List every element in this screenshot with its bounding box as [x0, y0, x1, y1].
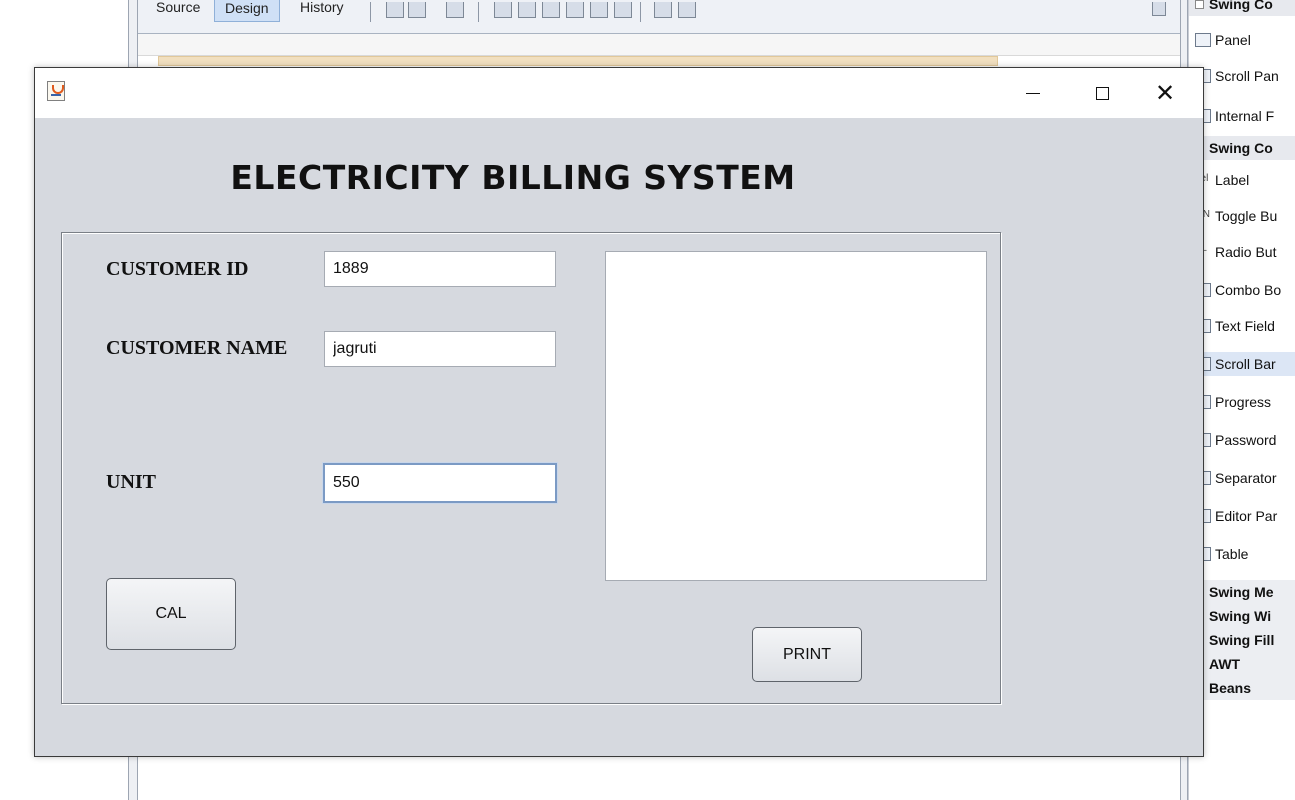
center-horizontally-icon[interactable] — [542, 2, 560, 18]
palette-item-label: Swing Co — [1209, 0, 1273, 12]
customer-id-label: CUSTOMER ID — [106, 258, 249, 280]
align-right-icon[interactable] — [518, 2, 536, 18]
toolbar-separator — [370, 2, 371, 22]
align-left-icon[interactable] — [494, 2, 512, 18]
palette-item-label: Table — [1215, 546, 1249, 562]
minimize-button[interactable] — [1003, 68, 1063, 118]
customer-id-input[interactable] — [324, 251, 556, 287]
palette-item[interactable]: Progress — [1195, 390, 1295, 414]
palette-item-label: Toggle Bu — [1215, 208, 1278, 224]
toolbar-separator — [478, 2, 479, 22]
toolbar-separator — [640, 2, 641, 22]
center-vertically-icon[interactable] — [614, 2, 632, 18]
palette-item-label: Beans — [1209, 680, 1252, 696]
java-cup-icon — [47, 81, 65, 101]
palette-item[interactable]: Swing Wi — [1189, 604, 1295, 628]
component-icon — [1195, 33, 1211, 47]
palette-item-label: Internal F — [1215, 108, 1275, 124]
palette-item[interactable]: Scroll Pan — [1195, 64, 1295, 88]
unit-label: UNIT — [106, 471, 157, 493]
form-preview-frame — [158, 56, 998, 66]
resize-horizontal-icon[interactable] — [654, 2, 672, 18]
form-panel: CUSTOMER ID CUSTOMER NAME UNIT CAL PRINT — [61, 232, 1001, 704]
palette-item-label: Panel — [1215, 32, 1251, 48]
palette-item[interactable]: Combo Bo — [1195, 278, 1295, 302]
palette-item[interactable]: Editor Par — [1195, 504, 1295, 528]
ide-toolbar: Source Design History — [138, 0, 1180, 34]
selection-mode-icon[interactable] — [386, 2, 404, 18]
align-bottom-icon[interactable] — [590, 2, 608, 18]
palette-item[interactable]: Text Field — [1195, 314, 1295, 338]
minimize-icon — [1026, 92, 1040, 94]
preview-design-icon[interactable] — [446, 2, 464, 18]
unit-input[interactable] — [323, 463, 557, 503]
expand-toggle-icon — [1195, 0, 1204, 9]
palette-item[interactable]: Separator — [1195, 466, 1295, 490]
app-title: ELECTRICITY BILLING SYSTEM — [230, 158, 796, 197]
palette-item[interactable]: belLabel — [1195, 168, 1295, 192]
palette-item-label: Combo Bo — [1215, 282, 1282, 298]
palette-item-label: Label — [1215, 172, 1250, 188]
palette-item[interactable]: Internal F — [1195, 104, 1295, 128]
palette-item[interactable]: Beans — [1189, 676, 1295, 700]
bill-output-area[interactable] — [605, 251, 987, 581]
tab-design[interactable]: Design — [214, 0, 280, 22]
connection-mode-icon[interactable] — [408, 2, 426, 18]
palette-item[interactable]: Swing Co — [1189, 136, 1295, 160]
print-button[interactable]: PRINT — [752, 627, 862, 682]
palette-item-label: Progress — [1215, 394, 1272, 410]
palette-item-label: Swing Co — [1209, 140, 1273, 156]
maximize-icon — [1095, 86, 1109, 100]
tab-history[interactable]: History — [290, 0, 354, 22]
maximize-button[interactable] — [1072, 68, 1132, 118]
expand-icon[interactable] — [1152, 2, 1166, 16]
palette-item[interactable]: Swing Me — [1189, 580, 1295, 604]
palette-item[interactable]: Password — [1195, 428, 1295, 452]
palette-item-label: Swing Fill — [1209, 632, 1275, 648]
palette-item-label: Password — [1215, 432, 1277, 448]
palette-item-label: Scroll Pan — [1215, 68, 1279, 84]
palette-item[interactable]: Panel — [1195, 28, 1295, 52]
palette-item-label: Swing Me — [1209, 584, 1274, 600]
palette-item[interactable]: Swing Fill — [1189, 628, 1295, 652]
customer-name-label: CUSTOMER NAME — [106, 337, 288, 359]
component-palette: Swing Co Panel Scroll Pan Internal F Swing C… — [1188, 0, 1295, 800]
palette-item[interactable]: ○–Radio But — [1195, 240, 1295, 264]
design-canvas-header — [138, 34, 1180, 56]
palette-item-label: AWT — [1209, 656, 1241, 672]
palette-item[interactable]: ONToggle Bu — [1195, 204, 1295, 228]
app-window: ✕ ELECTRICITY BILLING SYSTEM CUSTOMER ID… — [34, 67, 1204, 757]
title-bar[interactable]: ✕ — [35, 68, 1203, 118]
palette-item[interactable]: Table — [1195, 542, 1295, 566]
resize-vertical-icon[interactable] — [678, 2, 696, 18]
tab-source[interactable]: Source — [146, 0, 210, 22]
palette-item[interactable]: Scroll Bar — [1189, 352, 1295, 376]
close-button[interactable]: ✕ — [1135, 68, 1195, 118]
palette-item-label: Swing Wi — [1209, 608, 1272, 624]
calculate-button[interactable]: CAL — [106, 578, 236, 650]
palette-item[interactable]: Swing Co — [1189, 0, 1295, 16]
customer-name-input[interactable] — [324, 331, 556, 367]
palette-item-label: Editor Par — [1215, 508, 1278, 524]
palette-item[interactable]: AWT — [1189, 652, 1295, 676]
palette-item-label: Radio But — [1215, 244, 1277, 260]
palette-item-label: Text Field — [1215, 318, 1275, 334]
palette-item-label: Scroll Bar — [1215, 356, 1276, 372]
align-top-icon[interactable] — [566, 2, 584, 18]
palette-item-label: Separator — [1215, 470, 1277, 486]
